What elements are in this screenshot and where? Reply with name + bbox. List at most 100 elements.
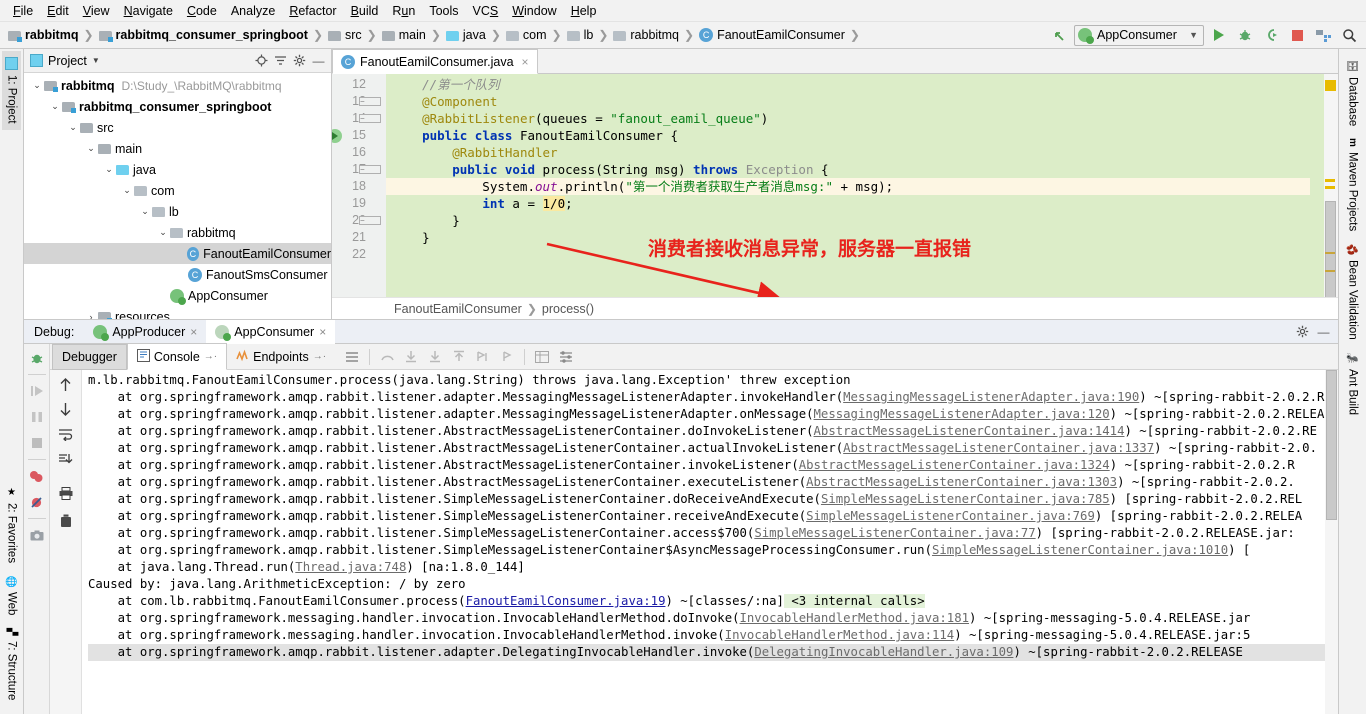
sidebar-item-project[interactable]: 1: Project	[2, 51, 21, 130]
line-number-gutter[interactable]: 1213141516171819202122−−−−	[332, 74, 386, 297]
console-line[interactable]: at org.springframework.amqp.rabbit.liste…	[88, 474, 1325, 491]
stacktrace-link[interactable]: DelegatingInvocableHandler.java:109	[754, 645, 1013, 659]
tree-node-rabbitmq[interactable]: ⌄ rabbitmq	[24, 222, 331, 243]
up-icon[interactable]	[56, 374, 76, 394]
code-line-13[interactable]: @Component	[386, 93, 1310, 110]
stacktrace-link[interactable]: MessagingMessageListenerAdapter.java:120	[814, 407, 1110, 421]
view-breakpoints-icon[interactable]	[27, 466, 47, 486]
chevron-down-icon[interactable]: ⌄	[120, 185, 134, 196]
tree-node-appconsumer[interactable]: AppConsumer	[24, 285, 331, 306]
run-button[interactable]	[1208, 25, 1230, 46]
screenshot-icon[interactable]	[27, 525, 47, 545]
hide-icon[interactable]: —	[1315, 323, 1332, 340]
sidebar-item-maven-projects[interactable]: m Maven Projects	[1344, 132, 1362, 237]
step-over-icon[interactable]	[376, 347, 398, 367]
project-structure-button[interactable]	[1312, 25, 1334, 46]
code-fold-icon[interactable]: −	[359, 165, 381, 174]
run-configuration-selector[interactable]: AppConsumer ▼	[1074, 24, 1204, 46]
console-line[interactable]: at org.springframework.amqp.rabbit.liste…	[88, 457, 1325, 474]
stacktrace-link[interactable]: SimpleMessageListenerContainer.java:785	[821, 492, 1110, 506]
console-scrollbar[interactable]	[1325, 370, 1338, 714]
tab-endpoints[interactable]: Endpoints →·	[227, 344, 335, 370]
tree-node-java[interactable]: ⌄ java	[24, 159, 331, 180]
collapse-all-icon[interactable]	[272, 52, 289, 69]
gear-icon[interactable]	[1294, 323, 1311, 340]
search-everywhere-icon[interactable]	[1338, 25, 1360, 46]
code-text[interactable]: //第一个队列 @Component @RabbitListener(queue…	[386, 74, 1310, 297]
chevron-down-icon[interactable]: ⌄	[30, 80, 44, 91]
chevron-down-icon[interactable]: ⌄	[48, 101, 62, 112]
menu-item-code[interactable]: Code	[180, 2, 224, 20]
code-line-19[interactable]: int a = 1/0;	[386, 195, 1310, 212]
run-gutter-icon[interactable]	[332, 129, 362, 146]
stacktrace-link[interactable]: MessagingMessageListenerAdapter.java:190	[843, 390, 1139, 404]
stacktrace-link[interactable]: AbstractMessageListenerContainer.java:13…	[843, 441, 1154, 455]
menu-item-run[interactable]: Run	[385, 2, 422, 20]
console-line[interactable]: at org.springframework.amqp.rabbit.liste…	[88, 508, 1325, 525]
tree-node-rabbitmq[interactable]: ⌄ rabbitmq D:\Study_\RabbitMQ\rabbitmq	[24, 75, 331, 96]
tree-node-resources[interactable]: › resources	[24, 306, 331, 319]
sidebar-item-structure[interactable]: ▞ 7: Structure	[3, 622, 21, 706]
soft-wrap-icon[interactable]	[56, 424, 76, 444]
menu-item-build[interactable]: Build	[344, 2, 386, 20]
breadcrumb-class[interactable]: FanoutEamilConsumer	[394, 302, 522, 316]
console-line[interactable]: m.lb.rabbitmq.FanoutEamilConsumer.proces…	[88, 372, 1325, 389]
breadcrumb-item-module[interactable]: rabbitmq_consumer_springboot	[98, 28, 308, 42]
evaluate-expression-icon[interactable]	[496, 347, 518, 367]
tree-node-fanoutsmsconsumer[interactable]: C FanoutSmsConsumer	[24, 264, 331, 285]
chevron-down-icon[interactable]: ⌄	[156, 227, 170, 238]
stacktrace-link[interactable]: Thread.java:748	[295, 560, 406, 574]
code-line-21[interactable]: }	[386, 229, 1310, 246]
gear-icon[interactable]	[291, 52, 308, 69]
menu-icon[interactable]	[341, 347, 363, 367]
sidebar-item-bean-validation[interactable]: 🫘 Bean Validation	[1344, 237, 1362, 346]
stop-button[interactable]	[1286, 25, 1308, 46]
debug-button[interactable]	[1234, 25, 1256, 46]
stacktrace-link[interactable]: SimpleMessageListenerContainer.java:77	[754, 526, 1035, 540]
menu-item-refactor[interactable]: Refactor	[282, 2, 343, 20]
menu-item-file[interactable]: FFileile	[6, 2, 40, 20]
chevron-right-icon[interactable]: ›	[84, 312, 98, 320]
console-line[interactable]: at org.springframework.amqp.rabbit.liste…	[88, 525, 1325, 542]
tree-node-com[interactable]: ⌄ com	[24, 180, 331, 201]
hide-icon[interactable]: —	[310, 52, 327, 69]
stacktrace-link[interactable]: SimpleMessageListenerContainer.java:769	[806, 509, 1095, 523]
tree-node-fanouteamilconsumer[interactable]: C FanoutEamilConsumer	[24, 243, 331, 264]
breadcrumb-item-src[interactable]: src	[328, 28, 362, 42]
sidebar-item-database[interactable]: 🗄 Database	[1344, 53, 1362, 132]
console-line[interactable]: at org.springframework.amqp.rabbit.liste…	[88, 440, 1325, 457]
tree-node-rabbitmq_consumer_springboot[interactable]: ⌄ rabbitmq_consumer_springboot	[24, 96, 331, 117]
console-line[interactable]: at org.springframework.amqp.rabbit.liste…	[88, 389, 1325, 406]
pin-icon[interactable]: →·	[204, 351, 217, 362]
editor-scrollbar[interactable]	[1324, 74, 1338, 297]
menu-item-vcs[interactable]: VCS	[466, 2, 506, 20]
sidebar-item-ant-build[interactable]: 🐜 Ant Build	[1344, 346, 1362, 421]
chevron-down-icon[interactable]: ⌄	[66, 122, 80, 133]
stacktrace-link[interactable]: FanoutEamilConsumer.java:19	[466, 594, 666, 608]
console-line[interactable]: at org.springframework.amqp.rabbit.liste…	[88, 644, 1325, 661]
console-line[interactable]: at org.springframework.messaging.handler…	[88, 610, 1325, 627]
clear-all-icon[interactable]	[56, 511, 76, 531]
menu-item-window[interactable]: Window	[505, 2, 563, 20]
tree-node-main[interactable]: ⌄ main	[24, 138, 331, 159]
stacktrace-link[interactable]: InvocableHandlerMethod.java:114	[725, 628, 955, 642]
close-icon[interactable]: ×	[319, 325, 326, 339]
scroll-to-end-icon[interactable]	[56, 449, 76, 469]
code-line-16[interactable]: @RabbitHandler	[386, 144, 1310, 161]
menu-item-edit[interactable]: Edit	[40, 2, 76, 20]
code-line-20[interactable]: }	[386, 212, 1310, 229]
menu-item-tools[interactable]: Tools	[422, 2, 465, 20]
stacktrace-link[interactable]: InvocableHandlerMethod.java:181	[740, 611, 970, 625]
breadcrumb-item-main[interactable]: main	[381, 28, 426, 42]
breadcrumb-item-com[interactable]: com	[505, 28, 547, 42]
scrollbar-thumb[interactable]	[1325, 201, 1336, 297]
layout-settings-icon[interactable]	[531, 347, 553, 367]
close-icon[interactable]: ×	[190, 325, 197, 339]
rerun-debug-icon[interactable]	[27, 348, 47, 368]
code-line-22[interactable]	[386, 246, 1310, 263]
console-line[interactable]: at org.springframework.amqp.rabbit.liste…	[88, 406, 1325, 423]
console-line[interactable]: Caused by: java.lang.ArithmeticException…	[88, 576, 1325, 593]
stacktrace-link[interactable]: AbstractMessageListenerContainer.java:13…	[806, 475, 1117, 489]
chevron-down-icon[interactable]: ▼	[92, 56, 100, 65]
console-line[interactable]: at java.lang.Thread.run(Thread.java:748)…	[88, 559, 1325, 576]
